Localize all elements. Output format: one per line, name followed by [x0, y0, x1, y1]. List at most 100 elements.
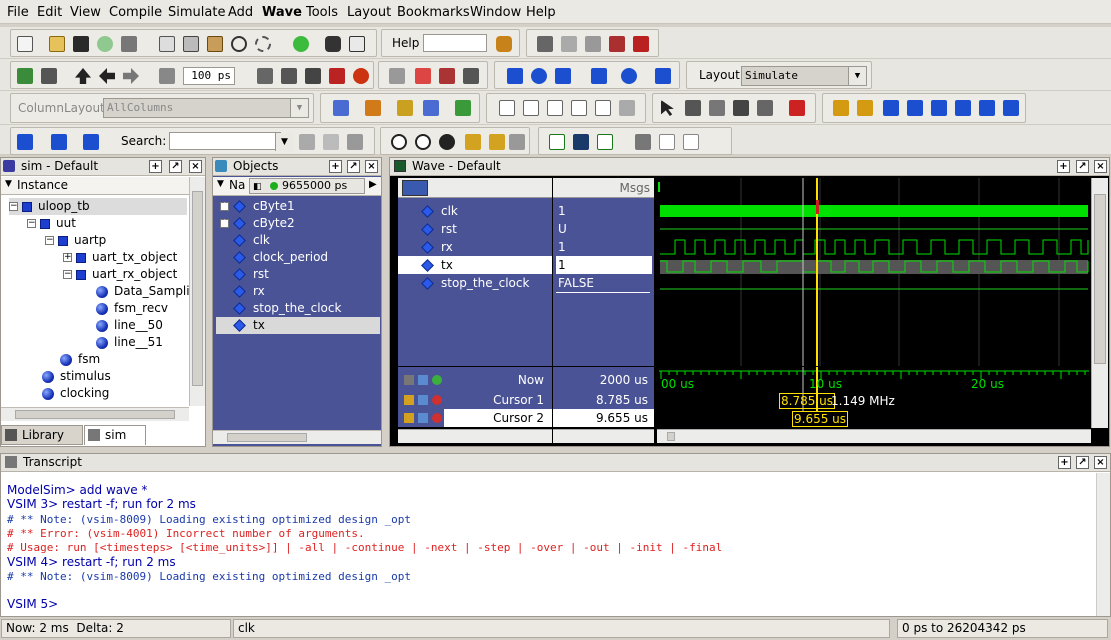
trace-back-icon[interactable] — [51, 134, 67, 150]
tree-item[interactable]: − uut — [27, 215, 76, 232]
tree-item[interactable]: − uartp — [45, 232, 106, 249]
expand-icon[interactable]: + — [220, 202, 229, 211]
menu-simulate[interactable]: Simulate — [168, 5, 225, 20]
remove-cursor-icon[interactable] — [432, 395, 442, 405]
list-item[interactable]: stop_the_clock — [216, 300, 380, 317]
grid-icon[interactable] — [635, 134, 651, 150]
compile-all-icon[interactable] — [41, 68, 57, 84]
menu-wave[interactable]: Wave — [262, 5, 302, 20]
panel-undock-icon[interactable]: ↗ — [1076, 160, 1089, 173]
search-options-icon[interactable] — [347, 134, 363, 150]
list-item[interactable]: + cByte1 — [216, 198, 380, 215]
stop-sim-icon[interactable] — [353, 68, 369, 84]
step-out-icon[interactable] — [555, 68, 571, 84]
wave-options-icon[interactable] — [402, 180, 428, 196]
scrollbar-thumb[interactable] — [15, 410, 175, 419]
back-arrow-icon[interactable] — [99, 68, 115, 84]
hand-icon[interactable] — [463, 68, 479, 84]
break-icon[interactable] — [609, 36, 625, 52]
chevron-down-icon[interactable]: ▼ — [275, 133, 293, 151]
wave-format-icon[interactable] — [549, 134, 565, 150]
menu-file[interactable]: File — [7, 5, 29, 20]
radix-hex-icon[interactable] — [571, 100, 587, 116]
wave-time-scrollbar[interactable] — [657, 429, 1091, 443]
lock-icon[interactable] — [404, 395, 414, 405]
list-item[interactable]: clock_period — [216, 249, 380, 266]
tree-item[interactable]: Data_Sampli — [96, 283, 190, 300]
expand-icon[interactable]: + — [63, 253, 72, 262]
close-icon[interactable]: × — [365, 160, 378, 173]
row-height-icon[interactable] — [573, 134, 589, 150]
radix-binary-icon[interactable] — [499, 100, 515, 116]
find-prev-transition-icon[interactable] — [979, 100, 995, 116]
collapse-icon[interactable]: − — [27, 219, 36, 228]
collapse-icon[interactable]: − — [9, 202, 18, 211]
wave-signal-row-selected[interactable]: tx — [398, 256, 552, 274]
zoom-cursor-icon[interactable] — [465, 134, 481, 150]
find-next-edge-icon[interactable] — [907, 100, 923, 116]
vertical-scrollbar[interactable] — [189, 177, 205, 406]
group-icon[interactable] — [423, 100, 439, 116]
close-icon[interactable]: × — [1094, 160, 1107, 173]
tab-sim[interactable]: sim — [84, 425, 146, 445]
zoom-last-icon[interactable] — [489, 134, 505, 150]
insert-divider-icon[interactable] — [365, 100, 381, 116]
horizontal-scrollbar[interactable] — [213, 430, 381, 444]
menu-window[interactable]: Window — [470, 5, 521, 20]
dataflow-icon[interactable] — [757, 100, 773, 116]
tree-item[interactable]: line__50 — [96, 317, 163, 334]
chevron-right-icon[interactable]: ▶ — [369, 179, 377, 190]
list-item[interactable]: rx — [216, 283, 380, 300]
panel-undock-icon[interactable]: ↗ — [1076, 456, 1089, 469]
cursor-2-tag[interactable]: 9.655 us — [792, 411, 849, 427]
wave-signal-row[interactable]: clk — [398, 202, 552, 220]
find-previous-edge-icon[interactable] — [883, 100, 899, 116]
scrollbar-thumb[interactable] — [227, 433, 307, 442]
wave-vertical-scrollbar[interactable] — [1091, 178, 1108, 428]
find-rising-edge-icon[interactable] — [955, 100, 971, 116]
wave-values-scrollbar[interactable] — [553, 429, 654, 443]
step-into-icon[interactable] — [507, 68, 523, 84]
panel-float-icon[interactable]: + — [329, 160, 342, 173]
tree-item[interactable]: line__51 — [96, 334, 163, 351]
menu-bookmarks[interactable]: Bookmarks — [397, 5, 470, 20]
close-icon[interactable]: × — [1094, 456, 1107, 469]
paste-icon[interactable] — [207, 36, 223, 52]
tree-item[interactable]: clocking — [42, 385, 109, 402]
collapse-wave-icon[interactable] — [683, 134, 699, 150]
panel-float-icon[interactable]: + — [149, 160, 162, 173]
wave-names-scrollbar[interactable] — [398, 429, 552, 443]
insert-signal-icon[interactable] — [333, 100, 349, 116]
measure-icon[interactable] — [733, 100, 749, 116]
find-binoculars-icon[interactable] — [325, 36, 341, 52]
zoom-out-icon[interactable] — [415, 134, 431, 150]
menu-view[interactable]: View — [70, 5, 101, 20]
menu-add[interactable]: Add — [228, 5, 253, 20]
save-icon[interactable] — [73, 36, 89, 52]
column-layout-select[interactable]: AllColumns ▼ — [103, 98, 309, 118]
objects-name-header[interactable]: Na — [229, 178, 245, 192]
transcript-scrollbar[interactable] — [1096, 473, 1110, 616]
scrollbar-thumb[interactable] — [667, 432, 675, 441]
layout-select[interactable]: Simulate ▼ — [741, 66, 867, 86]
menu-help[interactable]: Help — [526, 5, 556, 20]
stop-icon[interactable] — [633, 36, 649, 52]
ungroup-icon[interactable] — [455, 100, 471, 116]
tree-item[interactable]: fsm — [60, 351, 100, 368]
scrollbar-thumb[interactable] — [192, 191, 203, 386]
assertion-icon[interactable] — [439, 68, 455, 84]
chevron-down-icon[interactable]: ▼ — [290, 99, 308, 117]
menu-layout[interactable]: Layout — [347, 5, 391, 20]
cursor-2-label[interactable]: Cursor 2 — [444, 409, 552, 427]
memory-icon[interactable] — [585, 36, 601, 52]
radix-all-icon[interactable] — [595, 100, 611, 116]
wave-signal-row[interactable]: stop_the_clock — [398, 274, 552, 292]
zoom-range-icon[interactable] — [509, 134, 525, 150]
expand-icon[interactable]: + — [220, 219, 229, 228]
add-cursor-icon[interactable] — [833, 100, 849, 116]
run-length-input[interactable]: 100 ps — [183, 67, 235, 85]
settings-icon[interactable] — [619, 100, 635, 116]
waveform-compare-icon[interactable] — [789, 100, 805, 116]
scrollbar-thumb[interactable] — [1094, 194, 1106, 364]
run-all-icon[interactable] — [305, 68, 321, 84]
